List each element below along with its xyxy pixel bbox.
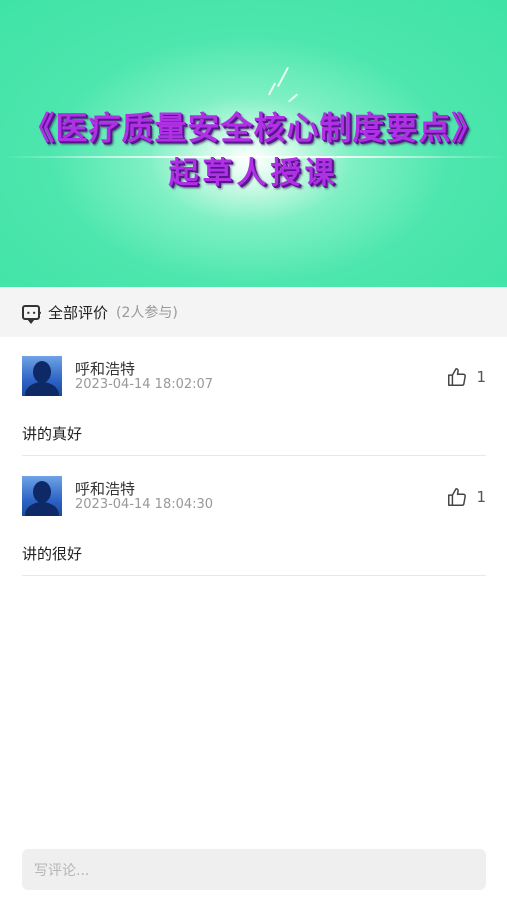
comment-item: 呼和浩特 2023-04-14 18:02:07 1 讲的真好 [22, 337, 486, 456]
like-count: 1 [476, 488, 486, 506]
comment-text: 讲的很好 [22, 545, 83, 563]
comment-item: 呼和浩特 2023-04-14 18:04:30 1 讲的很好 [22, 457, 486, 576]
thumbs-up-icon [448, 368, 467, 386]
comment-user-name: 呼和浩特 [75, 360, 136, 378]
comment-text: 讲的真好 [22, 425, 83, 443]
comment-user-name: 呼和浩特 [75, 480, 136, 498]
participant-count: (2人参与) [116, 305, 178, 321]
like-button[interactable]: 1 [446, 486, 486, 508]
comment-icon: ••• [22, 304, 42, 324]
thumbs-up-icon [448, 488, 467, 506]
light-ray [267, 82, 277, 96]
comment-timestamp: 2023-04-14 18:04:30 [75, 497, 214, 512]
comments-header: ••• 全部评价 (2人参与) [0, 287, 507, 337]
avatar[interactable] [22, 476, 62, 516]
avatar[interactable] [22, 356, 62, 396]
banner-title-line1: 《医疗质量安全核心制度要点》 [22, 109, 485, 147]
comment-input[interactable]: 写评论... [22, 849, 486, 890]
page: 《医疗质量安全核心制度要点》 起草人授课 ••• 全部评价 (2人参与) 呼和浩… [0, 0, 507, 900]
banner-title-line2: 起草人授课 [168, 156, 339, 191]
light-ray [276, 66, 290, 88]
like-count: 1 [476, 368, 486, 386]
like-button[interactable]: 1 [446, 366, 486, 388]
comment-timestamp: 2023-04-14 18:02:07 [75, 377, 214, 392]
course-banner[interactable]: 《医疗质量安全核心制度要点》 起草人授课 [0, 0, 507, 287]
comments-header-label: 全部评价 [48, 303, 109, 322]
light-ray [287, 93, 299, 103]
